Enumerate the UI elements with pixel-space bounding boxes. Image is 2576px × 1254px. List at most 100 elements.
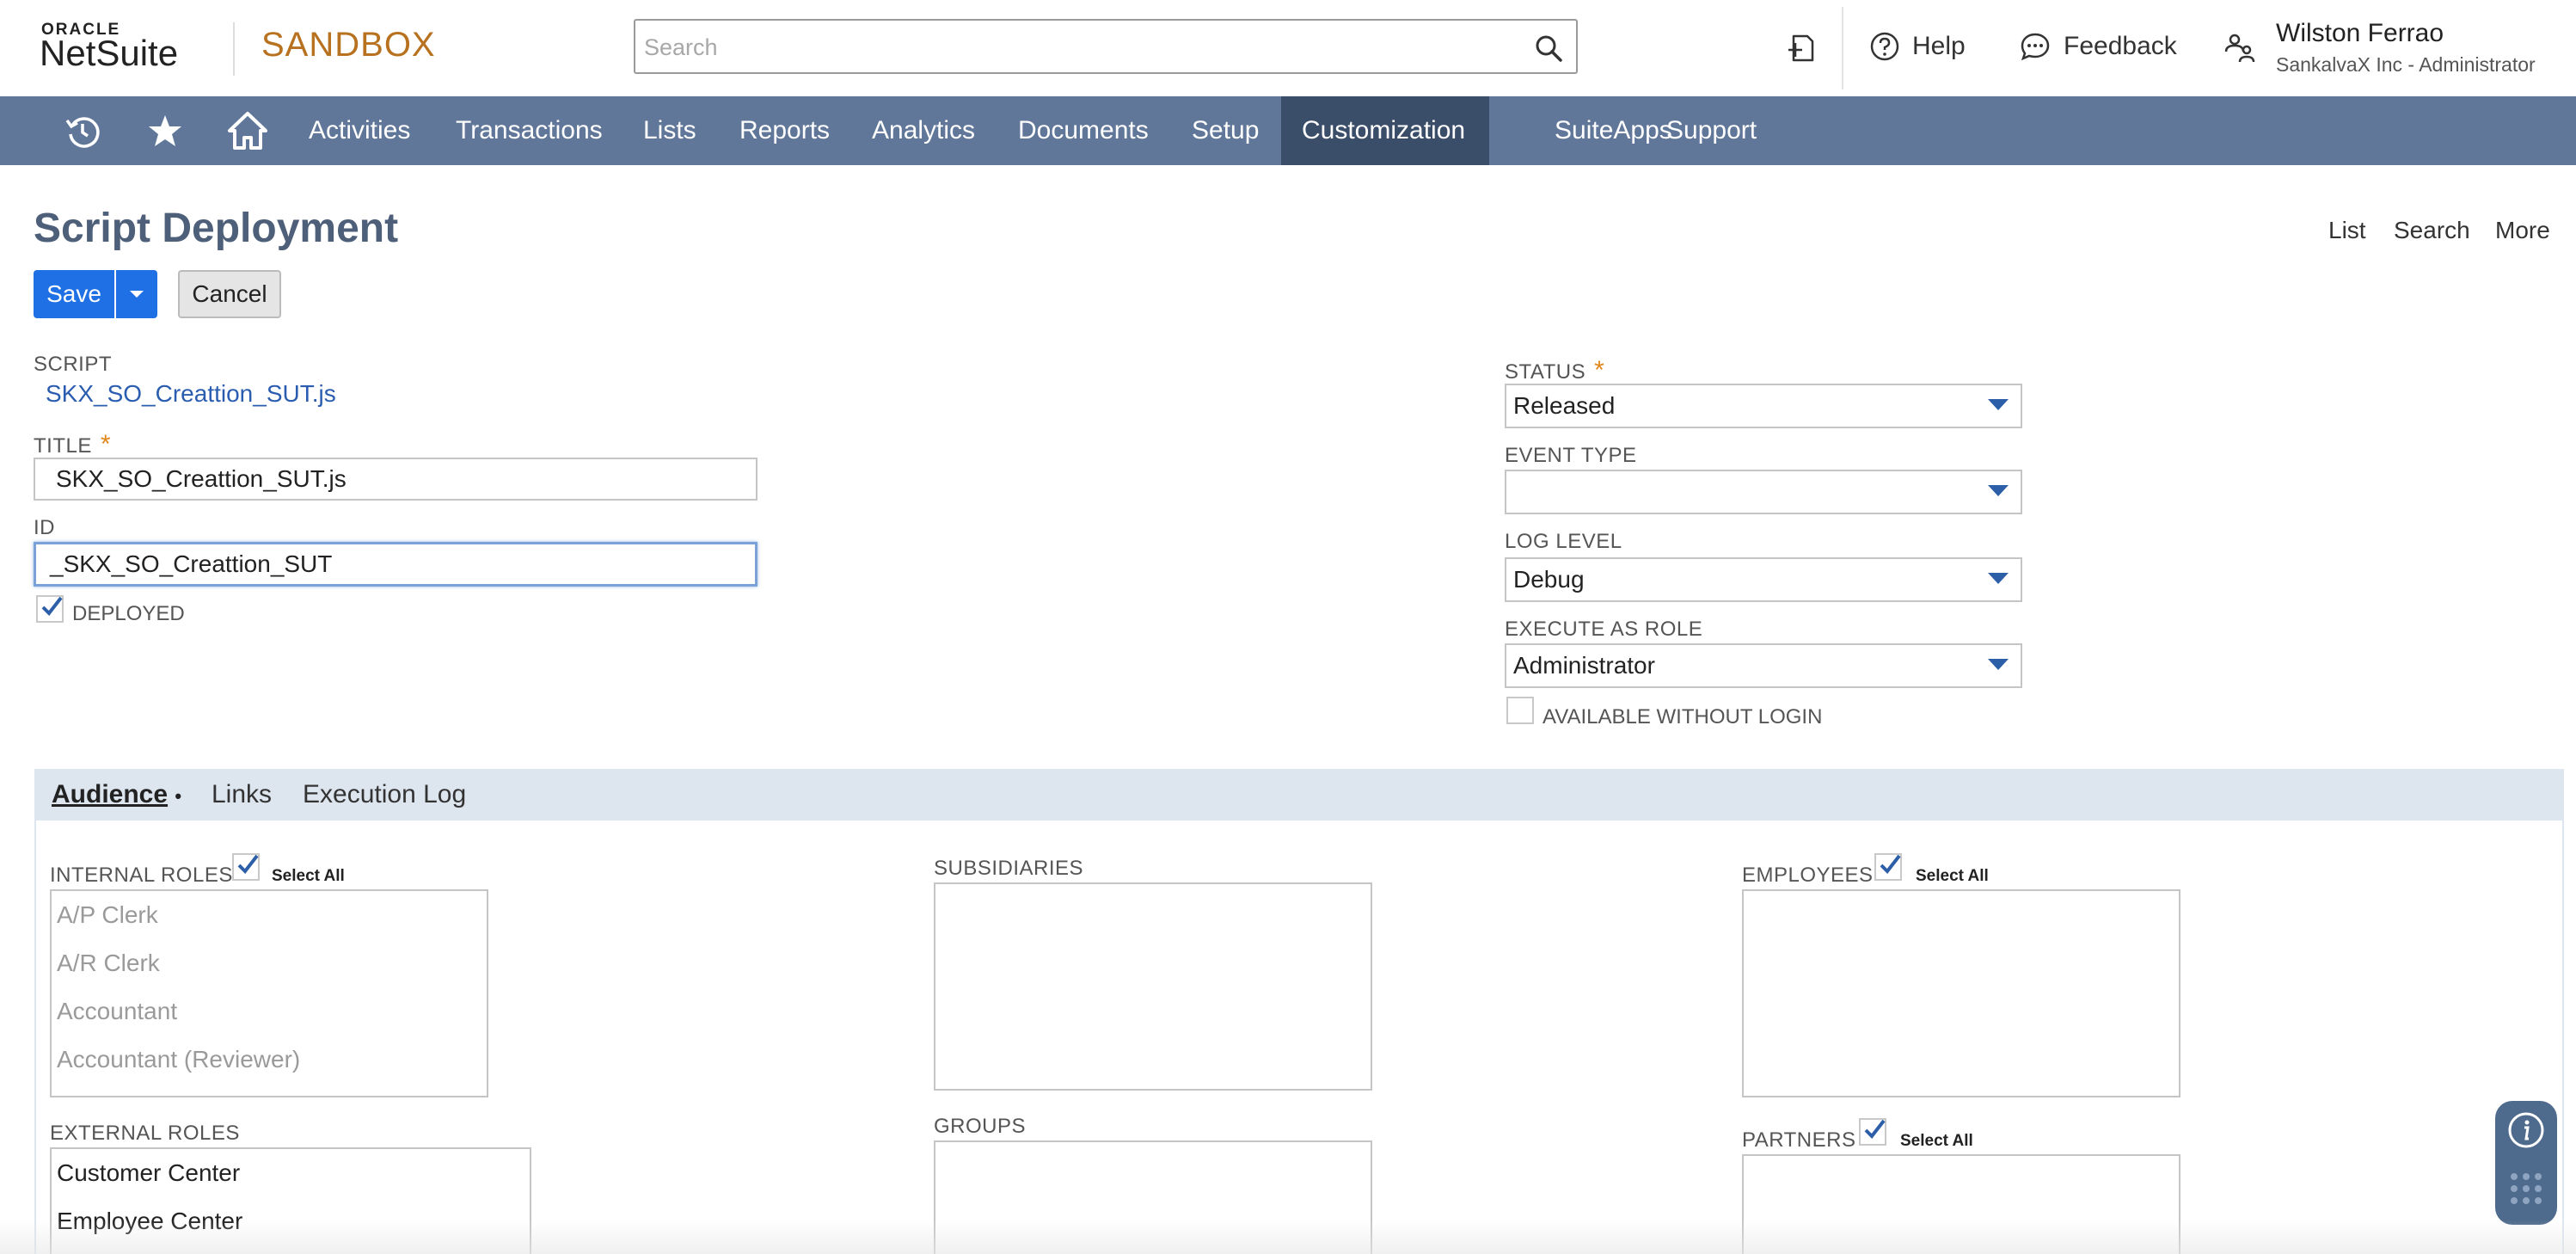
nav-customization[interactable]: Customization	[1281, 96, 1489, 165]
dropdown-arrow-icon	[1988, 399, 2009, 410]
tab-audience-label: Audience	[52, 780, 169, 808]
list-item[interactable]: A/R Clerk	[52, 939, 487, 987]
cancel-button[interactable]: Cancel	[178, 270, 281, 318]
external-roles-label: EXTERNAL ROLES	[50, 1122, 240, 1145]
script-label: SCRIPT	[34, 353, 113, 376]
employees-select-all-checkbox[interactable]	[1874, 853, 1902, 881]
search-input[interactable]	[642, 28, 1506, 67]
save-options-button[interactable]	[116, 270, 157, 318]
nav-setup[interactable]: Setup	[1171, 96, 1279, 165]
help-widget[interactable]	[2495, 1101, 2557, 1225]
netsuite-logo[interactable]: NetSuite	[40, 33, 178, 74]
required-indicator: *	[1594, 356, 1605, 384]
list-item[interactable]: A/P Clerk	[52, 891, 487, 939]
log-level-select[interactable]: Debug	[1505, 557, 2022, 602]
tab-links[interactable]: Links	[194, 769, 289, 821]
employees-label: EMPLOYEES	[1742, 864, 1874, 887]
employees-list[interactable]	[1742, 889, 2180, 1097]
available-without-login-checkbox[interactable]	[1506, 697, 1534, 724]
groups-label: GROUPS	[934, 1115, 1027, 1138]
feedback-icon	[2021, 33, 2050, 61]
info-icon[interactable]	[2507, 1111, 2545, 1149]
internal-roles-label: INTERNAL ROLES	[50, 864, 233, 887]
feedback-label: Feedback	[2064, 32, 2177, 60]
dropdown-arrow-icon	[1988, 659, 2009, 670]
id-field[interactable]: _SKX_SO_Creattion_SUT	[34, 542, 757, 587]
status-label: STATUS *	[1505, 356, 1604, 385]
dropdown-arrow-icon	[1988, 573, 2009, 584]
nav-reports[interactable]: Reports	[719, 96, 850, 165]
status-select[interactable]: Released	[1505, 384, 2022, 428]
feedback-link[interactable]: Feedback	[2019, 31, 2177, 62]
execute-as-role-value: Administrator	[1513, 652, 1655, 679]
tab-audience[interactable]: Audience •	[34, 769, 199, 821]
user-switch-icon[interactable]	[2223, 31, 2257, 65]
page-title: Script Deployment	[34, 206, 399, 251]
execute-as-role-label: EXECUTE AS ROLE	[1505, 618, 1703, 641]
user-role[interactable]: SankalvaX Inc - Administrator	[2276, 53, 2536, 77]
status-label-text: STATUS	[1505, 360, 1586, 384]
subsidiaries-label: SUBSIDIARIES	[934, 857, 1084, 880]
id-label: ID	[34, 516, 55, 539]
log-level-label: LOG LEVEL	[1505, 530, 1622, 553]
help-link[interactable]: Help	[1869, 31, 1966, 62]
internal-roles-select-all-checkbox[interactable]	[232, 853, 260, 881]
script-link[interactable]: SKX_SO_Creattion_SUT.js	[46, 380, 336, 408]
checkmark-icon	[41, 596, 63, 617]
partners-select-all-label: Select All	[1900, 1132, 1973, 1150]
dropdown-caret-icon	[130, 291, 144, 298]
partners-label: PARTNERS	[1742, 1128, 1856, 1152]
search-link[interactable]: Search	[2394, 217, 2470, 244]
deployed-label: DEPLOYED	[72, 602, 185, 625]
checkmark-icon	[1880, 854, 1901, 875]
top-header: ORACLE NetSuite SANDBOX Help Feedback	[0, 0, 2576, 96]
tab-execution-log[interactable]: Execution Log	[285, 769, 483, 821]
nav-documents[interactable]: Documents	[997, 96, 1169, 165]
home-icon[interactable]	[227, 110, 268, 151]
nav-transactions[interactable]: Transactions	[435, 96, 623, 165]
employees-select-all-label: Select All	[1916, 867, 1989, 885]
new-record-icon[interactable]	[1785, 31, 1819, 65]
user-name[interactable]: Wilston Ferrao	[2276, 19, 2444, 48]
list-item[interactable]: Accountant	[52, 987, 487, 1036]
bottom-fade	[0, 1220, 2576, 1254]
environment-label: SANDBOX	[261, 26, 436, 64]
checkmark-icon	[237, 854, 259, 875]
subtab-bar: Audience • Links Execution Log	[34, 769, 2564, 821]
list-item[interactable]: Customer Center	[52, 1149, 530, 1197]
execute-as-role-select[interactable]: Administrator	[1505, 643, 2022, 688]
header-divider	[1842, 7, 1843, 89]
tab-active-marker: •	[175, 785, 182, 807]
subsidiaries-list[interactable]	[934, 882, 1372, 1091]
search-icon[interactable]	[1533, 33, 1564, 64]
nav-support[interactable]: Support	[1646, 96, 1777, 165]
global-search[interactable]	[634, 19, 1578, 74]
event-type-select[interactable]	[1505, 470, 2022, 514]
dropdown-arrow-icon	[1988, 485, 2009, 496]
grid-dots-icon[interactable]	[2509, 1171, 2543, 1206]
nav-activities[interactable]: Activities	[288, 96, 431, 165]
list-item[interactable]: Accountant (Reviewer)	[52, 1036, 487, 1084]
partners-select-all-checkbox[interactable]	[1859, 1118, 1886, 1146]
save-button[interactable]: Save	[34, 270, 114, 318]
list-link[interactable]: List	[2328, 217, 2366, 244]
title-label: TITLE *	[34, 430, 111, 459]
more-link[interactable]: More	[2495, 217, 2550, 244]
internal-roles-list[interactable]: A/P Clerk A/R Clerk Accountant Accountan…	[50, 889, 488, 1097]
main-navigation: Activities Transactions Lists Reports An…	[0, 96, 2576, 165]
title-label-text: TITLE	[34, 434, 92, 458]
star-icon[interactable]	[144, 110, 186, 151]
internal-roles-select-all-label: Select All	[272, 867, 345, 885]
nav-analytics[interactable]: Analytics	[851, 96, 996, 165]
logo-divider	[233, 22, 235, 76]
checkmark-icon	[1864, 1119, 1886, 1140]
required-indicator: *	[100, 430, 112, 458]
log-level-value: Debug	[1513, 566, 1585, 593]
deployed-checkbox[interactable]	[36, 595, 64, 623]
title-field[interactable]: SKX_SO_Creattion_SUT.js	[34, 458, 757, 501]
recent-icon[interactable]	[62, 110, 103, 151]
event-type-label: EVENT TYPE	[1505, 444, 1637, 467]
help-icon	[1870, 32, 1899, 61]
help-label: Help	[1912, 32, 1966, 60]
nav-lists[interactable]: Lists	[623, 96, 717, 165]
